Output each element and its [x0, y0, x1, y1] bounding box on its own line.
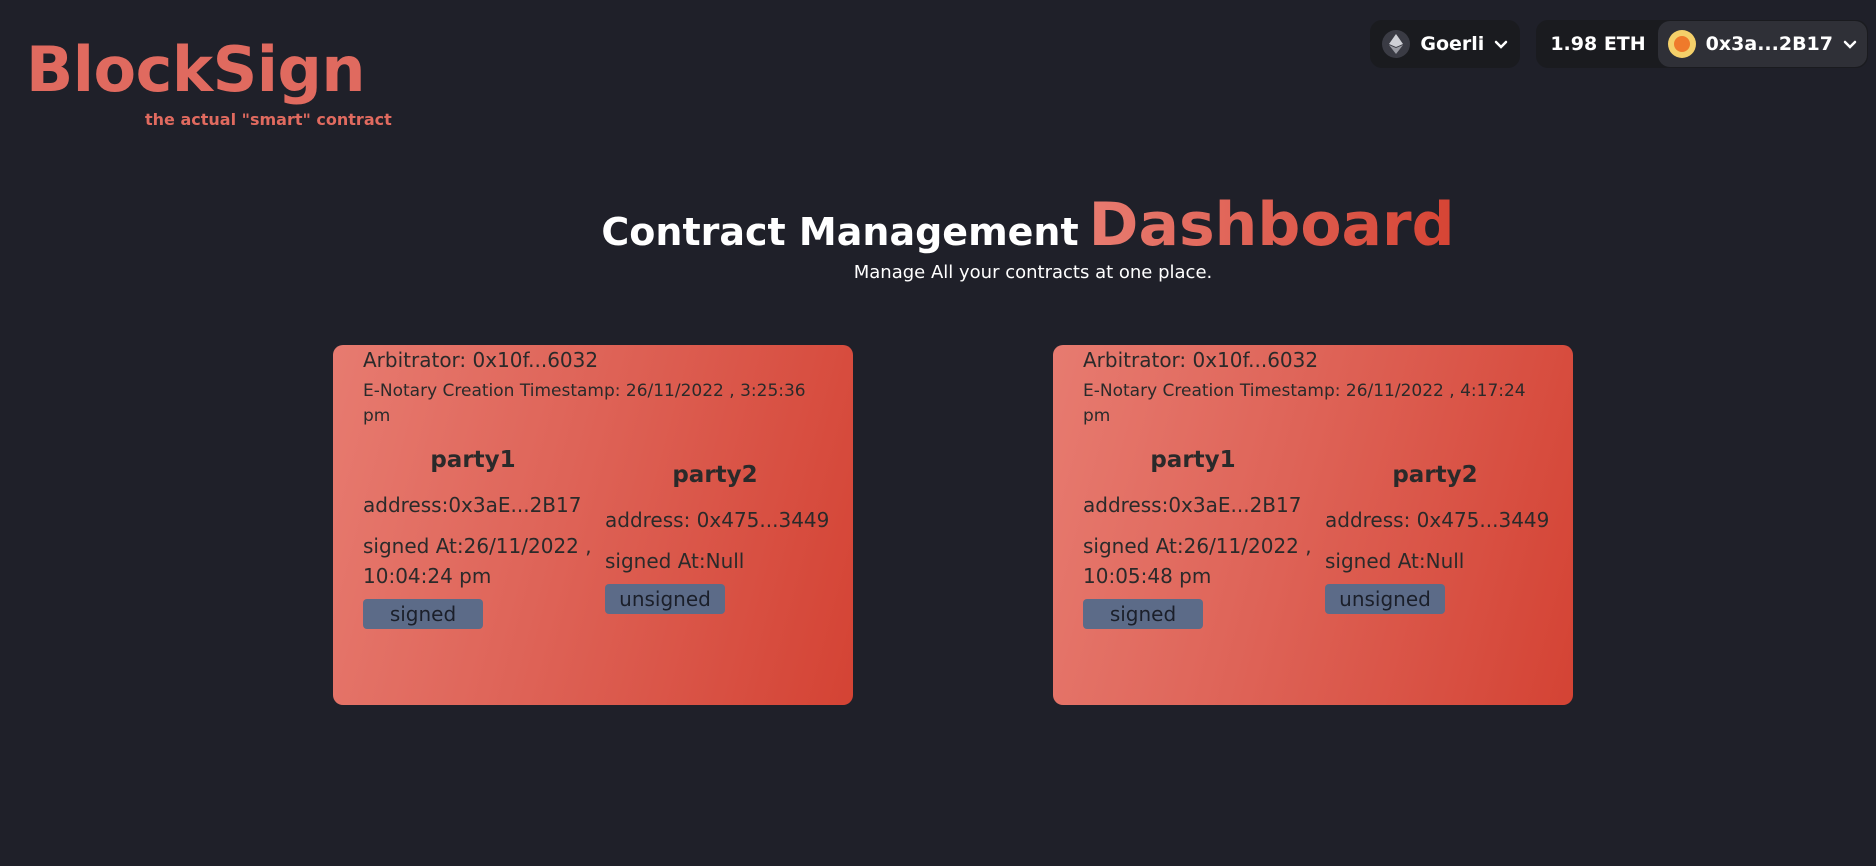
avatar: [1667, 30, 1696, 58]
party-title: party1: [430, 447, 516, 473]
balance-display[interactable]: 1.98 ETH: [1536, 33, 1657, 55]
party2-section: party2 address: 0x475...3449 signed At:N…: [1325, 462, 1555, 614]
party-signed-at: signed At:26/11/2022 , 10:05:48 pm: [1083, 534, 1312, 588]
party-address: address: 0x475...3449: [605, 508, 830, 532]
party-address: address:0x3aE...2B17: [1083, 493, 1302, 517]
party1-section: party1 address:0x3aE...2B17 signed At:26…: [1083, 447, 1313, 629]
wallet-bar: Goerli 1.98 ETH 0x3a...2B17: [1370, 20, 1868, 68]
network-name: Goerli: [1420, 33, 1485, 55]
ethereum-icon: [1382, 30, 1411, 58]
party-title: party2: [672, 462, 758, 488]
party-signed-at: signed At:26/11/2022 , 10:04:24 pm: [363, 534, 592, 588]
arbitrator-address: Arbitrator: 0x10f...6032: [363, 348, 599, 372]
party1-section: party1 address:0x3aE...2B17 signed At:26…: [363, 447, 593, 629]
party-title: party2: [1392, 462, 1478, 488]
party-signed-at: signed At:Null: [1325, 549, 1465, 573]
page-title-accent: Dashboard: [1088, 190, 1455, 260]
account-button[interactable]: 0x3a...2B17: [1657, 21, 1867, 67]
network-selector[interactable]: Goerli: [1370, 20, 1521, 68]
account-address: 0x3a...2B17: [1705, 33, 1833, 55]
creation-timestamp: E-Notary Creation Timestamp: 26/11/2022 …: [1083, 381, 1526, 426]
chevron-down-icon: [1494, 35, 1508, 54]
party-address: address:0x3aE...2B17: [363, 493, 582, 517]
account-group: 1.98 ETH 0x3a...2B17: [1536, 20, 1868, 68]
status-badge: signed: [363, 599, 483, 629]
contract-card[interactable]: Arbitrator: 0x10f...6032 E-Notary Creati…: [1053, 345, 1573, 705]
party-signed-at: signed At:Null: [605, 549, 745, 573]
party2-section: party2 address: 0x475...3449 signed At:N…: [605, 462, 835, 614]
contract-card[interactable]: Arbitrator: 0x10f...6032 E-Notary Creati…: [333, 345, 853, 705]
party-address: address: 0x475...3449: [1325, 508, 1550, 532]
party-title: party1: [1150, 447, 1236, 473]
status-badge: signed: [1083, 599, 1203, 629]
brand-tagline: the actual "smart" contract: [145, 110, 392, 129]
status-badge[interactable]: unsigned: [605, 584, 725, 614]
status-badge[interactable]: unsigned: [1325, 584, 1445, 614]
brand-logo[interactable]: BlockSign: [26, 30, 366, 110]
page-subtitle: Manage All your contracts at one place.: [853, 262, 1213, 283]
creation-timestamp: E-Notary Creation Timestamp: 26/11/2022 …: [363, 381, 806, 426]
arbitrator-address: Arbitrator: 0x10f...6032: [1083, 348, 1319, 372]
page-title: Contract Management Dashboard: [0, 190, 1876, 260]
chevron-down-icon: [1843, 35, 1857, 54]
page-title-main: Contract Management: [601, 210, 1079, 254]
brand: BlockSign the actual "smart" contract: [26, 30, 392, 129]
page: BlockSign the actual "smart" contract Go…: [0, 0, 1876, 866]
